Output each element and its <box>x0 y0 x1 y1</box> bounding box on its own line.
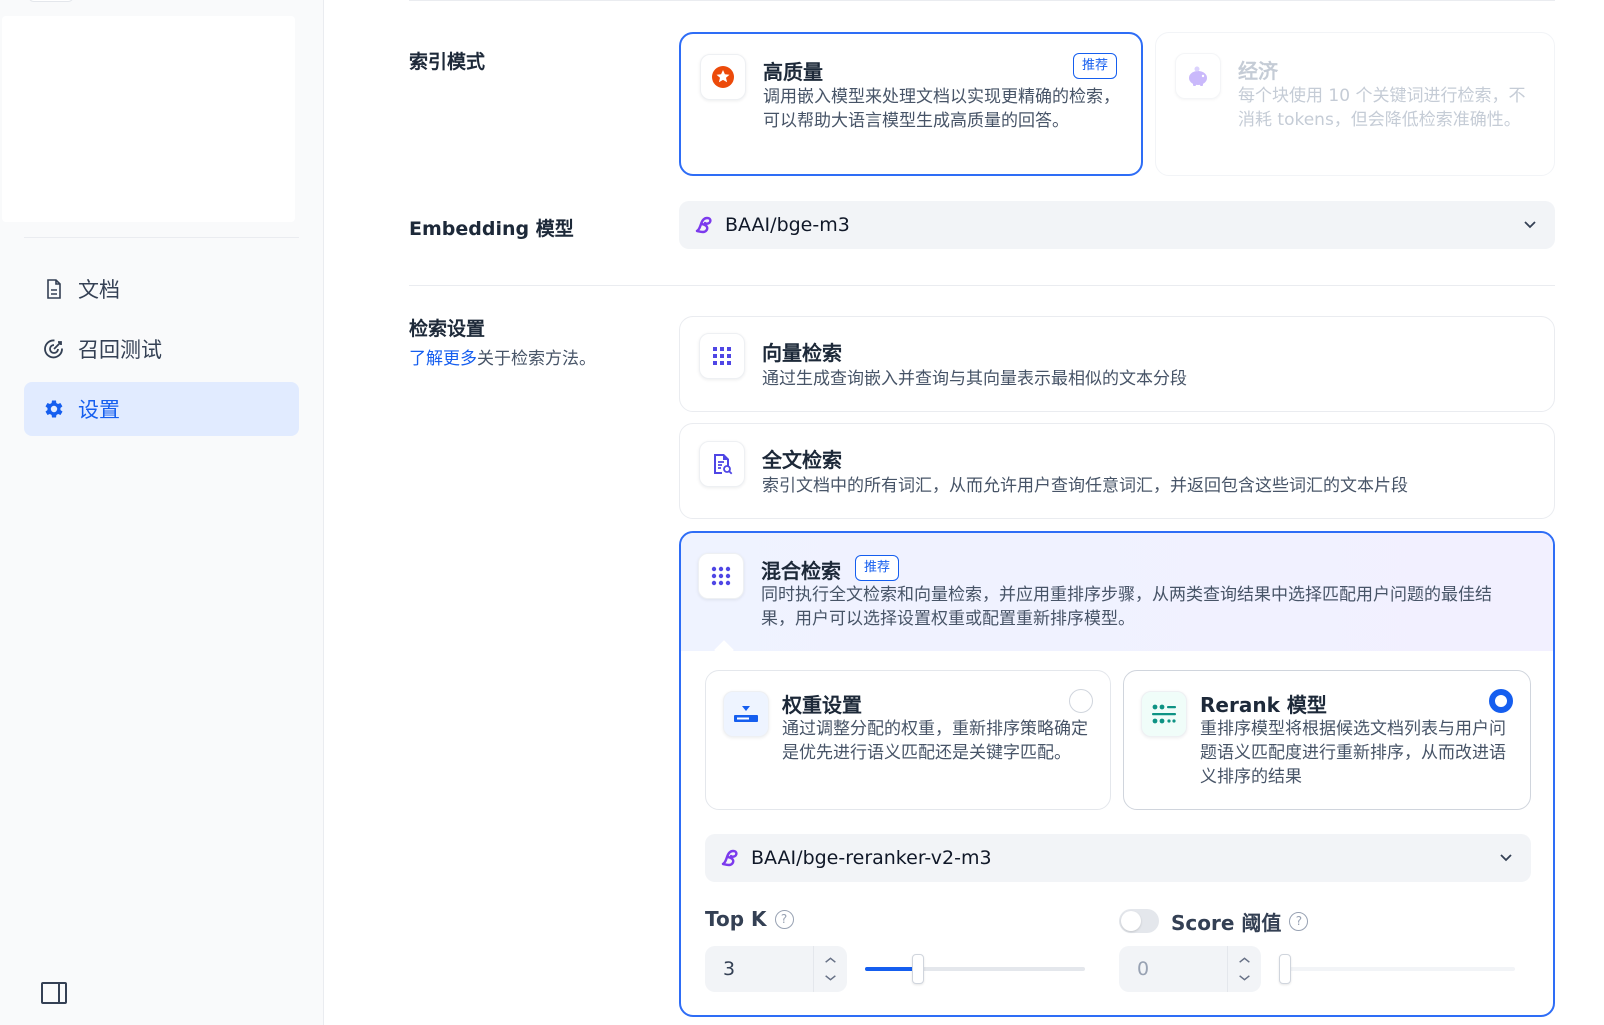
sidebar-item-label: 设置 <box>78 398 120 422</box>
sidebar-item-documents[interactable]: 文档 <box>24 262 299 316</box>
weight-settings-radio[interactable] <box>1069 689 1093 713</box>
divider <box>409 0 1555 1</box>
sidebar: 文档 召回测试 设置 <box>0 0 324 1025</box>
number-stepper-icon[interactable] <box>1227 946 1261 992</box>
score-slider-thumb[interactable] <box>1279 954 1291 984</box>
embedding-model-value: BAAI/bge-m3 <box>725 214 850 236</box>
weight-settings-title: 权重设置 <box>782 693 862 717</box>
vector-search-icon-box <box>699 333 745 379</box>
star-badge-icon <box>712 66 734 88</box>
model-provider-icon <box>721 849 738 867</box>
top-k-label: Top K <box>705 907 767 931</box>
index-mode-economy-card[interactable]: 经济 每个块使用 10 个关键词进行检索，不消耗 tokens，但会降低检索准确… <box>1155 32 1555 176</box>
help-circle-icon[interactable]: ? <box>1289 912 1309 931</box>
recommended-badge: 推荐 <box>855 555 900 581</box>
score-threshold-toggle[interactable] <box>1119 909 1159 933</box>
hybrid-search-description: 同时执行全文检索和向量检索，并应用重排序步骤，从两类查询结果中选择匹配用户问题的… <box>761 585 1492 629</box>
rerank-model-radio[interactable] <box>1489 689 1513 713</box>
vector-search-title: 向量检索 <box>762 341 842 365</box>
score-threshold-slider[interactable] <box>1279 954 1515 984</box>
sidebar-divider <box>24 237 299 238</box>
gear-icon <box>45 400 63 418</box>
rerank-icon-box <box>1141 691 1187 737</box>
rerank-model-title: Rerank 模型 <box>1200 693 1327 717</box>
index-mode-label: 索引模式 <box>409 51 486 73</box>
score-threshold-value: 0 <box>1137 958 1150 980</box>
weight-settings-description: 通过调整分配的权重，重新排序策略确定是优先进行语义匹配还是关键字匹配。 <box>782 719 1088 763</box>
vector-search-card[interactable]: 向量检索 通过生成查询嵌入并查询与其向量表示最相似的文本分段 <box>679 316 1555 412</box>
help-circle-icon[interactable]: ? <box>774 909 794 929</box>
toggle-knob <box>1121 911 1141 931</box>
sidebar-top-element <box>28 0 74 2</box>
document-icon <box>47 279 61 299</box>
model-provider-icon <box>695 216 712 234</box>
top-k-value: 3 <box>723 958 736 980</box>
economy-title: 经济 <box>1238 59 1278 83</box>
top-k-slider-thumb[interactable] <box>911 954 924 984</box>
fulltext-search-card[interactable]: 全文检索 索引文档中的所有词汇，从而允许用户查询任意词汇，并返回包含这些词汇的文… <box>679 423 1555 519</box>
embedding-model-select[interactable]: BAAI/bge-m3 <box>679 201 1555 249</box>
sidebar-toggle-icon[interactable] <box>40 980 68 1006</box>
score-label-group: Score 阈值 ? <box>1171 907 1309 936</box>
hybrid-search-title: 混合检索 <box>761 559 841 583</box>
divider <box>409 285 1555 286</box>
high-quality-icon-box <box>700 54 746 100</box>
fulltext-search-description: 索引文档中的所有词汇，从而允许用户查询任意词汇，并返回包含这些词汇的文本片段 <box>762 476 1408 496</box>
embedding-model-label: Embedding 模型 <box>409 218 574 240</box>
number-stepper-icon[interactable] <box>813 946 847 992</box>
fulltext-search-title: 全文检索 <box>762 448 842 472</box>
top-k-label-group: Top K ? <box>705 907 794 931</box>
weight-settings-icon-box <box>723 691 769 737</box>
piggy-bank-icon <box>1189 66 1207 86</box>
top-k-input[interactable]: 3 <box>705 946 847 992</box>
recommended-badge: 推荐 <box>1072 53 1117 79</box>
hybrid-search-icon-box <box>698 553 744 599</box>
economy-icon-box <box>1175 53 1221 99</box>
high-quality-title: 高质量 <box>763 60 823 84</box>
fulltext-search-icon-box <box>699 441 745 487</box>
rerank-model-value: BAAI/bge-reranker-v2-m3 <box>751 847 992 869</box>
score-threshold-input[interactable]: 0 <box>1119 946 1261 992</box>
hybrid-search-card[interactable]: 混合检索 推荐 同时执行全文检索和向量检索，并应用重排序步骤，从两类查询结果中选… <box>679 531 1555 1017</box>
retrieval-settings-label: 检索设置 <box>409 318 486 340</box>
high-quality-description: 调用嵌入模型来处理文档以实现更精确的检索，可以帮助大语言模型生成高质量的回答。 <box>763 87 1120 131</box>
top-k-slider-fill <box>865 967 918 971</box>
economy-description: 每个块使用 10 个关键词进行检索，不消耗 tokens，但会降低检索准确性。 <box>1238 86 1526 130</box>
rerank-sliders-icon <box>1152 704 1176 724</box>
grid-dots-icon <box>713 347 731 365</box>
chevron-down-icon <box>1524 221 1536 229</box>
top-k-slider[interactable] <box>865 954 1085 984</box>
rerank-model-description: 重排序模型将根据候选文档列表与用户问题语义匹配度进行重新排序，从而改进语义排序的… <box>1200 719 1506 787</box>
score-threshold-label: Score 阈值 <box>1171 911 1282 935</box>
vector-search-description: 通过生成查询嵌入并查询与其向量表示最相似的文本分段 <box>762 369 1187 389</box>
target-icon <box>44 339 63 359</box>
sidebar-item-label: 召回测试 <box>78 338 162 362</box>
chevron-down-icon <box>1500 854 1512 862</box>
dataset-info-card <box>2 16 295 222</box>
sidebar-item-settings[interactable]: 设置 <box>24 382 299 436</box>
rerank-model-select[interactable]: BAAI/bge-reranker-v2-m3 <box>705 834 1531 882</box>
document-search-icon <box>714 454 733 475</box>
sidebar-item-label: 文档 <box>78 278 120 302</box>
rerank-model-option[interactable]: Rerank 模型 重排序模型将根据候选文档列表与用户问题语义匹配度进行重新排序… <box>1123 670 1531 810</box>
learn-more-link[interactable]: 了解更多 <box>409 349 477 369</box>
weight-settings-option[interactable]: 权重设置 通过调整分配的权重，重新排序策略确定是优先进行语义匹配还是关键字匹配。 <box>705 670 1111 810</box>
balance-icon <box>734 706 758 722</box>
sidebar-item-retrieval-test[interactable]: 召回测试 <box>24 322 299 376</box>
retrieval-settings-description: 了解更多关于检索方法。 <box>409 344 596 369</box>
grid-dots-icon <box>711 566 731 586</box>
retrieval-desc-suffix: 关于检索方法。 <box>477 349 596 369</box>
settings-main: 索引模式 高质量 推荐 调用嵌入模型来处理文档以实现更精确的检索，可以帮助大语言… <box>324 0 1604 1025</box>
index-mode-high-quality-card[interactable]: 高质量 推荐 调用嵌入模型来处理文档以实现更精确的检索，可以帮助大语言模型生成高… <box>679 32 1143 176</box>
